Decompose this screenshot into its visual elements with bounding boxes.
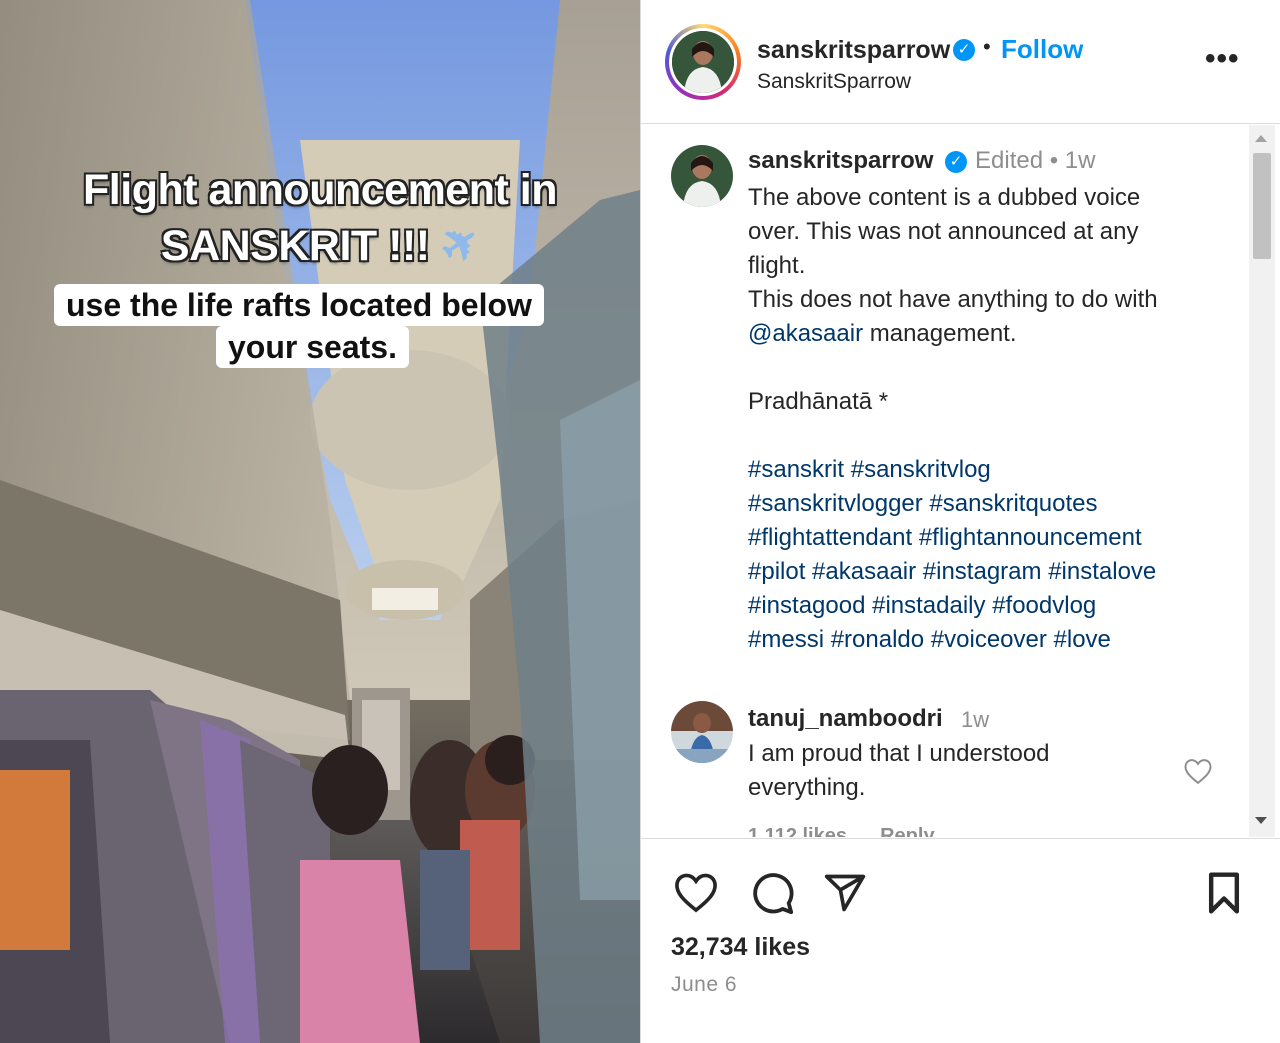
hashtag-link[interactable]: #sanskritvlogger: [748, 490, 923, 517]
hashtag-link[interactable]: #voiceover: [931, 626, 1047, 653]
author-display-name[interactable]: SanskritSparrow: [757, 70, 911, 94]
caption-author-avatar[interactable]: [671, 145, 733, 207]
hashtag-row: #pilot #akasaair #instagram #instalove: [748, 555, 1228, 589]
caption-line: The above content is a dubbed voice: [748, 184, 1141, 211]
scroll-up-arrow-icon[interactable]: [1255, 135, 1267, 142]
author-username[interactable]: sanskritsparrow: [757, 36, 950, 65]
scroll-down-arrow-icon[interactable]: [1255, 817, 1267, 824]
hashtag-link[interactable]: #foodvlog: [992, 592, 1096, 619]
comment-text: I am proud that I understood everything.: [748, 737, 1128, 805]
bookmark-icon[interactable]: [1205, 871, 1243, 920]
instagram-post-window: Flight announcement in SANSKRIT !!! ✈ us…: [0, 0, 1280, 1043]
author-avatar[interactable]: [665, 24, 741, 100]
hashtag-link[interactable]: #love: [1054, 626, 1111, 653]
comment-bubble-icon[interactable]: [749, 870, 795, 921]
overlay-title-line1: Flight announcement in: [83, 166, 557, 214]
follow-button[interactable]: Follow: [1001, 34, 1083, 65]
caption-username[interactable]: sanskritsparrow: [748, 147, 933, 175]
subtitle-line1: use the life rafts located below: [54, 284, 544, 326]
more-options-icon[interactable]: •••: [1205, 44, 1240, 74]
comment-line: I am proud that I understood: [748, 740, 1050, 767]
hashtag-link[interactable]: #sanskrit: [748, 456, 844, 483]
post-likes-count[interactable]: 32,734 likes: [671, 933, 810, 962]
hashtag-row: #sanskrit #sanskritvlog: [748, 453, 1228, 487]
mention-link[interactable]: @akasaair: [748, 320, 863, 347]
comment-likes[interactable]: 1,112 likes: [748, 825, 847, 837]
comment-line: everything.: [748, 774, 866, 801]
commenter-username[interactable]: tanuj_namboodri: [748, 705, 943, 733]
comment-time: 1w: [961, 707, 990, 732]
comments-list[interactable]: sanskritsparrow ✓ Edited • 1w The above …: [641, 125, 1280, 837]
verified-badge-icon: ✓: [953, 39, 975, 61]
airplane-cabin-image: [0, 0, 640, 1043]
hashtag-link[interactable]: #flightattendant: [748, 524, 912, 551]
heart-icon[interactable]: [673, 871, 719, 918]
heart-outline-icon[interactable]: [1183, 757, 1213, 785]
caption-line-rest: management.: [863, 320, 1017, 347]
post-header: sanskritsparrow ✓ • Follow SanskritSparr…: [641, 0, 1280, 124]
caption-line: @akasaair management.: [748, 317, 1228, 351]
airplane-icon: ✈: [429, 211, 491, 277]
hashtag-row: #instagood #instadaily #foodvlog: [748, 589, 1228, 623]
caption-line: flight.: [748, 252, 806, 279]
hashtag-link[interactable]: #sanskritvlog: [851, 456, 991, 483]
author-avatar-image: [672, 31, 734, 93]
hashtag-row: #sanskritvlogger #sanskritquotes: [748, 487, 1228, 521]
hashtag-link[interactable]: #akasaair: [812, 558, 916, 585]
hashtag-link[interactable]: #ronaldo: [831, 626, 924, 653]
hashtag-link[interactable]: #instagram: [923, 558, 1042, 585]
hashtag-link[interactable]: #instalove: [1048, 558, 1156, 585]
caption-text: The above content is a dubbed voice over…: [748, 181, 1228, 657]
post-date[interactable]: June 6: [671, 973, 737, 997]
caption-line: This does not have anything to do with: [748, 286, 1158, 313]
hashtag-link[interactable]: #flightannouncement: [919, 524, 1142, 551]
hashtag-link[interactable]: #pilot: [748, 558, 805, 585]
overlay-title-sanskrit: SANSKRIT !!!: [160, 222, 430, 270]
separator-dot: •: [983, 34, 991, 59]
hashtag-link[interactable]: #messi: [748, 626, 824, 653]
paper-plane-share-icon[interactable]: [823, 871, 867, 920]
scrollbar-thumb[interactable]: [1253, 153, 1271, 259]
subtitle-line2: your seats.: [216, 326, 409, 368]
reply-button[interactable]: Reply: [880, 825, 934, 837]
post-side-panel: sanskritsparrow ✓ • Follow SanskritSparr…: [640, 0, 1280, 1043]
hashtag-link[interactable]: #instagood: [748, 592, 865, 619]
post-video[interactable]: Flight announcement in SANSKRIT !!! ✈ us…: [0, 0, 640, 1043]
post-actions: 32,734 likes June 6: [641, 838, 1280, 1043]
comments-scrollbar[interactable]: [1249, 125, 1275, 837]
caption-line: Pradhānatā *: [748, 388, 889, 415]
hashtag-row: #messi #ronaldo #voiceover #love: [748, 623, 1228, 657]
commenter-avatar[interactable]: [671, 701, 733, 763]
hashtag-link[interactable]: #sanskritquotes: [929, 490, 1097, 517]
hashtag-link[interactable]: #instadaily: [872, 592, 985, 619]
hashtag-row: #flightattendant #flightannouncement: [748, 521, 1228, 555]
comment-meta: 1,112 likes Reply: [748, 825, 935, 837]
caption-meta: Edited • 1w: [975, 147, 1096, 174]
overlay-title-line2: SANSKRIT !!! ✈: [0, 212, 640, 276]
caption-line: over. This was not announced at any: [748, 218, 1139, 245]
verified-badge-icon: ✓: [945, 151, 967, 173]
